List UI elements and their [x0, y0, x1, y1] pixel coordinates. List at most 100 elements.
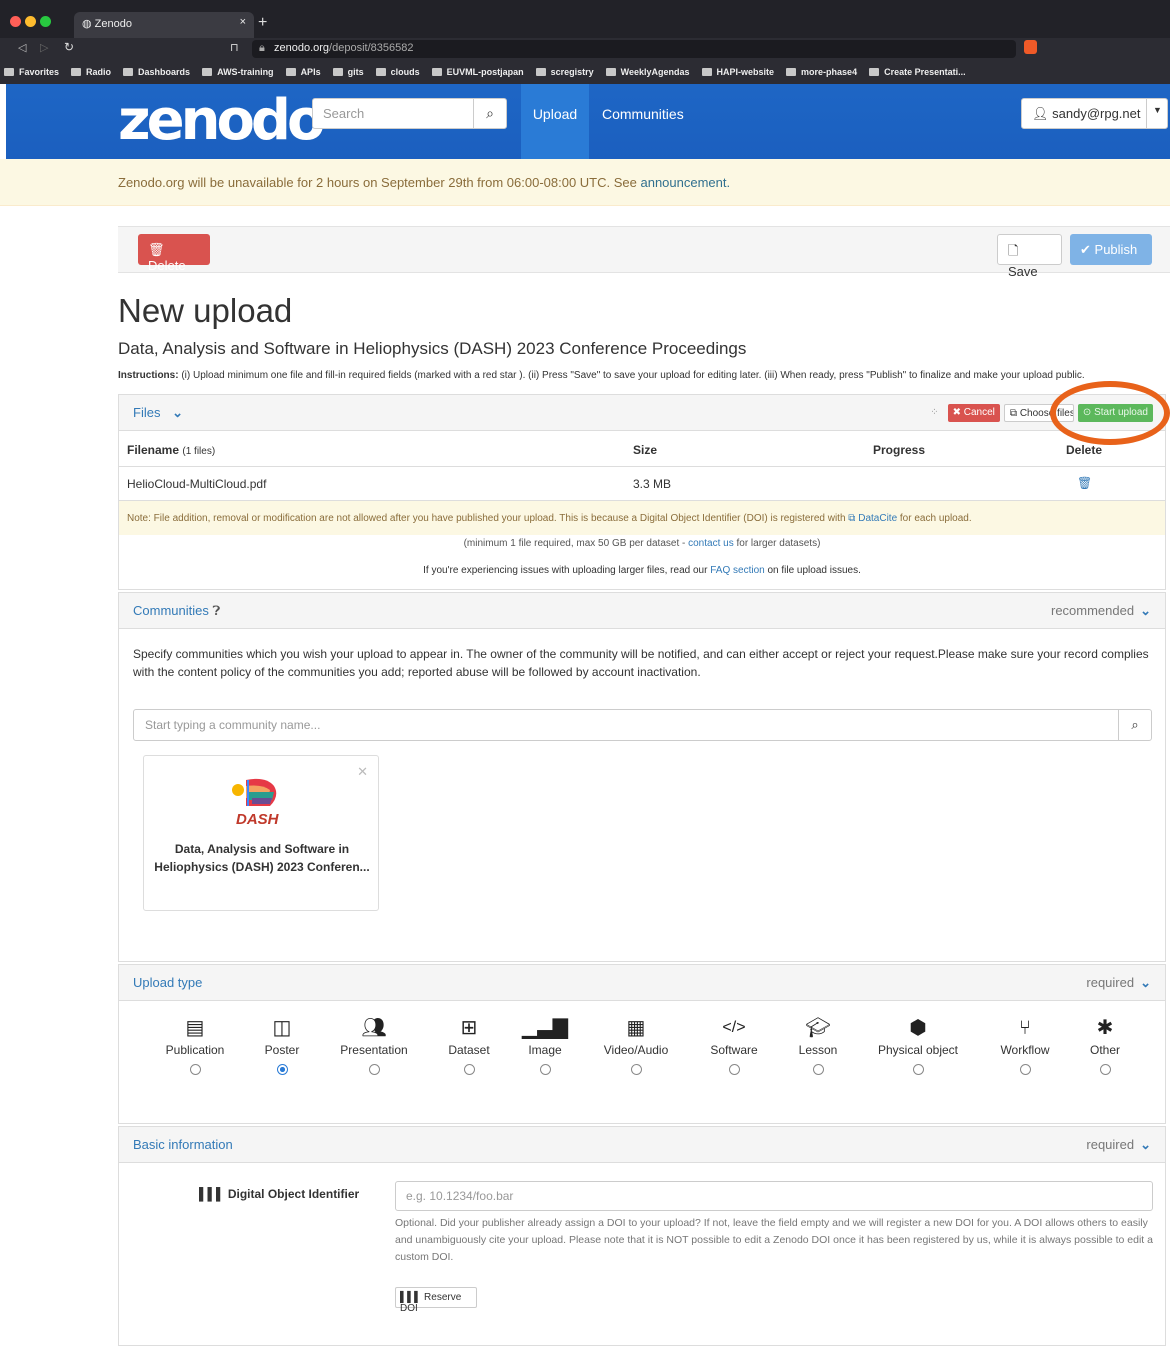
bookmark-item[interactable]: scregistry [536, 67, 594, 77]
radio-software[interactable] [728, 1064, 740, 1075]
spinner-icon: ⁘ [930, 407, 939, 418]
upload-type-physical-object[interactable]: ⬢ Physical object [868, 1015, 968, 1075]
community-card: ✕ DASH Data, Analysis and Software in He… [143, 755, 379, 911]
maximize-window-button[interactable] [40, 16, 51, 27]
cancel-upload-button[interactable]: ✖ Cancel [947, 404, 1000, 422]
radio-presentation[interactable] [368, 1064, 380, 1075]
bookmark-item[interactable]: more-phase4 [786, 67, 857, 77]
bookmark-item[interactable]: clouds [376, 67, 420, 77]
bookmark-item[interactable]: Dashboards [123, 67, 190, 77]
brave-shield-icon[interactable] [1024, 40, 1037, 54]
user-icon: 👤︎ [1032, 106, 1053, 121]
upload-type-video[interactable]: ▦ Video/Audio [586, 1015, 686, 1075]
bookmark-item[interactable]: EUVML-postjapan [432, 67, 524, 77]
columns-icon: ◫ [272, 1017, 292, 1039]
film-icon: ▦ [626, 1017, 646, 1039]
bookmark-item[interactable]: AWS-training [202, 67, 274, 77]
bookmark-item[interactable]: HAPI-website [702, 67, 775, 77]
close-window-button[interactable] [10, 16, 21, 27]
community-card-title: Data, Analysis and Software in Heliophys… [154, 842, 370, 874]
reserve-doi-button[interactable]: ▌▌▌ Reserve DOI [395, 1287, 477, 1314]
chevron-down-icon: ⌄ [1140, 1137, 1151, 1152]
table-row: HelioCloud-MultiCloud.pdf 3.3 MB 🗑︎ [119, 467, 1165, 501]
upload-type-other[interactable]: ✱ Other [1055, 1015, 1155, 1075]
bookmark-item[interactable]: Radio [71, 67, 111, 77]
instructions: Instructions: (i) Upload minimum one fil… [118, 370, 1085, 381]
save-button[interactable]: 🗋︎ Save [997, 234, 1062, 279]
radio-workflow[interactable] [1019, 1064, 1031, 1075]
upload-type-presentation[interactable]: 👥︎ Presentation [324, 1015, 424, 1075]
communities-panel: Communities ❓︎ recommended ⌄ Specify comm… [118, 592, 1166, 962]
caret-down-icon[interactable]: ▼ [1146, 98, 1168, 129]
basic-information-header[interactable]: Basic information required ⌄ [119, 1127, 1165, 1163]
announcement-link[interactable]: announcement. [640, 175, 730, 190]
nav-communities[interactable]: Communities [602, 106, 684, 122]
bookmarks-bar: Favorites Radio Dashboards AWS-training APIs… [0, 60, 1170, 84]
col-delete: Delete [1066, 443, 1103, 457]
community-search-button[interactable]: ⌕ [1118, 709, 1152, 741]
contact-us-link[interactable]: contact us [688, 538, 734, 549]
datacite-link[interactable]: ⧉ DataCite [848, 513, 897, 524]
communities-header[interactable]: Communities ❓︎ recommended ⌄ [119, 593, 1165, 629]
radio-video[interactable] [630, 1064, 642, 1075]
radio-dataset[interactable] [463, 1064, 475, 1075]
address-bar[interactable]: 🔒︎ zenodo.org/deposit/8356582 [252, 40, 1016, 58]
community-search-input[interactable]: Start typing a community name... [133, 709, 1119, 741]
col-filename: Filename (1 files) [127, 443, 216, 457]
search-input[interactable]: Search [312, 98, 474, 129]
highlight-annotation [1050, 381, 1170, 445]
bookmark-icon[interactable]: ⊓ [230, 41, 239, 54]
users-icon: 👥︎ [361, 1017, 387, 1039]
search-button[interactable]: ⌕ [473, 98, 507, 129]
radio-other[interactable] [1099, 1064, 1111, 1075]
bookmark-item[interactable]: Favorites [4, 67, 59, 77]
col-size: Size [633, 443, 658, 457]
minimize-window-button[interactable] [25, 16, 36, 27]
close-tab-icon[interactable]: × [240, 16, 246, 28]
radio-image[interactable] [539, 1064, 551, 1075]
upload-type-publication[interactable]: ▤ Publication [145, 1015, 245, 1075]
file-size: 3.3 MB [633, 477, 672, 491]
upload-type-panel: Upload type required ⌄ ▤ Publication ◫ Post… [118, 964, 1166, 1124]
faq-link[interactable]: FAQ section [710, 565, 764, 576]
radio-physical-object[interactable] [912, 1064, 924, 1075]
col-progress: Progress [873, 443, 926, 457]
browser-tab[interactable]: ◍ Zenodo × [74, 12, 254, 38]
new-tab-icon[interactable]: + [258, 14, 267, 32]
file-limits: (minimum 1 file required, max 50 GB per … [463, 538, 821, 549]
external-link-icon: ⧉ [848, 513, 856, 524]
back-icon[interactable]: ◁ [18, 41, 26, 54]
remove-community-icon[interactable]: ✕ [357, 764, 368, 780]
upload-type-header[interactable]: Upload type required ⌄ [119, 965, 1165, 1001]
nav-upload[interactable]: Upload [521, 84, 589, 159]
doi-help-text: Optional. Did your publisher already ass… [395, 1217, 1153, 1263]
zenodo-logo[interactable]: zenodo [118, 88, 325, 153]
radio-lesson[interactable] [812, 1064, 824, 1075]
bookmark-item[interactable]: gits [333, 67, 364, 77]
files-panel: Files ⌄ ⁘ ✖ Cancel ⧉ Choose files ⊙ Start u… [118, 394, 1166, 590]
question-icon: ❓︎ [212, 603, 221, 618]
doi-input[interactable]: e.g. 10.1234/foo.bar [395, 1181, 1153, 1211]
bookmark-item[interactable]: APIs [286, 67, 321, 77]
upload-type-lesson[interactable]: 🎓︎ Lesson [768, 1015, 868, 1075]
bookmark-item[interactable]: WeeklyAgendas [606, 67, 690, 77]
radio-publication[interactable] [189, 1064, 201, 1075]
graduation-cap-icon: 🎓︎ [805, 1017, 831, 1039]
radio-poster[interactable] [276, 1064, 288, 1075]
publish-button[interactable]: ✔ Publish [1070, 234, 1152, 265]
upload-type-image[interactable]: ▁▃▇ Image [495, 1015, 595, 1075]
reload-icon[interactable]: ↻ [64, 40, 74, 54]
dash-logo-text: DASH [236, 811, 280, 828]
communities-description: Specify communities which you wish your … [133, 647, 1149, 679]
bookmark-item[interactable]: Create Presentati... [869, 67, 966, 77]
delete-button[interactable]: 🗑︎ Delete [138, 234, 210, 273]
bar-chart-icon: ▁▃▇ [521, 1017, 569, 1039]
files-header[interactable]: Files ⌄ ⁘ ✖ Cancel ⧉ Choose files ⊙ Start u… [119, 395, 1165, 431]
forward-icon[interactable]: ▷ [40, 41, 48, 54]
url-host: zenodo.org [274, 42, 330, 54]
upload-type-poster[interactable]: ◫ Poster [232, 1015, 332, 1075]
community-subtitle: Data, Analysis and Software in Heliophys… [118, 339, 747, 358]
times-icon: ✖ [952, 407, 964, 418]
user-menu-button[interactable]: 👤︎ sandy@rpg.net ▼ [1021, 98, 1168, 129]
delete-file-icon[interactable]: 🗑︎ [1077, 476, 1092, 490]
